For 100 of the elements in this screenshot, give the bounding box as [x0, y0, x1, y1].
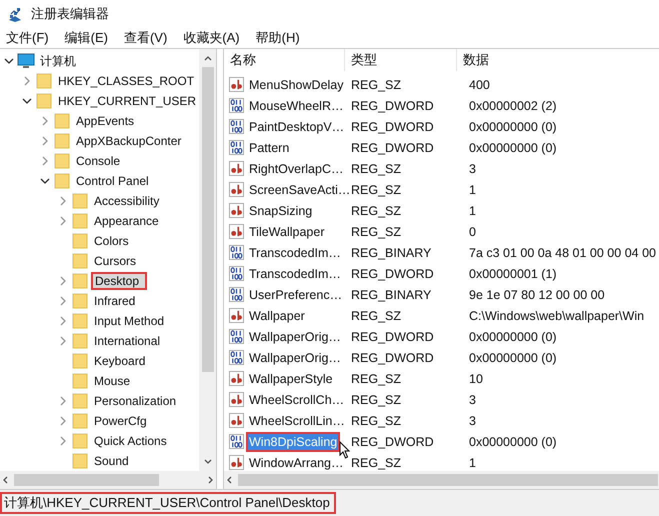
folder-icon [53, 113, 71, 129]
table-cell-text: C:\Windows\web\wallpaper\Win [468, 308, 646, 322]
table-cell-text: 3 [468, 392, 477, 406]
folder-icon [71, 453, 89, 469]
tree-item[interactable]: Console [73, 151, 124, 171]
table-cell-text: REG_DWORD [350, 434, 435, 448]
value-name[interactable]: Pattern [246, 138, 292, 158]
computer-icon [17, 53, 35, 69]
binary-value-icon [229, 119, 244, 134]
binary-value-icon [229, 245, 244, 260]
scrollbar-thumb[interactable] [238, 474, 658, 486]
binary-value-icon [229, 329, 244, 344]
value-name[interactable]: MenuShowDelay [246, 74, 346, 94]
value-name[interactable]: WheelScrollLin… [246, 410, 348, 430]
tree-item[interactable]: AppXBackupConter [73, 131, 184, 151]
value-name[interactable]: SnapSizing [246, 200, 316, 220]
binary-value-icon [229, 287, 244, 302]
tree-item[interactable]: HKEY_CLASSES_ROOT [55, 71, 198, 91]
table-cell-text: 3 [468, 414, 477, 428]
registry-icon [7, 6, 23, 22]
menu-item[interactable]: 收藏夹(A) [177, 29, 246, 47]
value-name[interactable]: MouseWheelR… [246, 96, 346, 116]
folder-icon [71, 333, 89, 349]
table-cell-text: REG_SZ [350, 224, 402, 238]
tree-item[interactable]: Keyboard [91, 351, 148, 371]
table-cell-text: 1 [468, 456, 477, 470]
value-name[interactable]: TranscodedIm… [246, 264, 344, 284]
folder-icon [71, 393, 89, 409]
folder-icon [71, 413, 89, 429]
tree-item[interactable]: HKEY_CURRENT_USER [55, 91, 199, 111]
tree-item[interactable]: Input Method [91, 311, 168, 331]
column-header[interactable]: 名称 [224, 49, 345, 71]
value-name[interactable]: RightOverlapC… [246, 158, 346, 178]
table-cell-text: REG_DWORD [350, 120, 435, 134]
scrollbar-thumb[interactable] [202, 67, 214, 372]
value-name[interactable]: Wallpaper [246, 306, 308, 326]
tree-item[interactable]: Desktop [91, 272, 148, 290]
tree-item[interactable]: 计算机 [37, 50, 79, 72]
table-cell-text: REG_SZ [350, 204, 402, 218]
tree-item[interactable]: PowerCfg [91, 411, 150, 431]
folder-icon [71, 313, 89, 329]
tree-item[interactable]: Sound [91, 451, 132, 471]
value-name[interactable]: UserPreferenc… [246, 284, 346, 304]
tree-item[interactable]: Cursors [91, 251, 140, 271]
value-name[interactable]: ScreenSaveActi… [246, 180, 354, 200]
table-cell-text: 0x00000000 (0) [468, 330, 558, 344]
table-cell-text: 400 [468, 78, 491, 92]
tree-item[interactable]: Appearance [91, 211, 162, 231]
tree-item[interactable]: Personalization [91, 391, 180, 411]
tree-item[interactable]: Colors [91, 231, 132, 251]
string-value-icon [229, 224, 244, 239]
value-name[interactable]: Win8DpiScaling [246, 432, 340, 452]
value-name[interactable]: WallpaperOrig… [246, 348, 344, 368]
tree-item[interactable]: Mouse [91, 371, 134, 391]
string-value-icon [229, 371, 244, 386]
tree-item[interactable]: Accessibility [91, 191, 162, 211]
table-cell-text: REG_DWORD [350, 266, 435, 280]
folder-icon [71, 273, 89, 289]
table-cell-text: REG_SZ [350, 78, 402, 92]
folder-icon [71, 253, 89, 269]
value-name[interactable]: WindowArrang… [246, 452, 346, 470]
table-cell-text: 0 [468, 224, 477, 238]
table-cell-text: REG_DWORD [350, 350, 435, 364]
string-value-icon [229, 203, 244, 218]
table-cell-text: 0x00000000 (0) [468, 140, 558, 154]
folder-icon [71, 213, 89, 229]
folder-icon [71, 233, 89, 249]
folder-icon [71, 373, 89, 389]
table-cell-text: 9e 1e 07 80 12 00 00 00 [468, 288, 606, 302]
table-cell-text: 7a c3 01 00 0a 48 01 00 00 04 00 [468, 246, 657, 260]
menu-item[interactable]: 编辑(E) [58, 29, 114, 47]
tree-item[interactable]: Infrared [91, 291, 138, 311]
window-title: 注册表编辑器 [31, 5, 109, 23]
table-cell-text: REG_DWORD [350, 98, 435, 112]
column-header[interactable]: 数据 [457, 49, 659, 71]
binary-value-icon [229, 266, 244, 281]
menu-item[interactable]: 查看(V) [118, 29, 174, 47]
binary-value-icon [229, 434, 244, 449]
column-header[interactable]: 类型 [345, 49, 457, 71]
table-cell-text: 1 [468, 204, 477, 218]
value-name[interactable]: TranscodedIm… [246, 242, 344, 262]
table-cell-text: 0x00000000 (0) [468, 350, 558, 364]
tree-item[interactable]: International [91, 331, 164, 351]
string-value-icon [229, 392, 244, 407]
folder-icon [71, 353, 89, 369]
folder-icon [71, 293, 89, 309]
value-name[interactable]: WheelScrollCh… [246, 390, 348, 410]
value-name[interactable]: TileWallpaper [246, 222, 328, 242]
menu-item[interactable]: 帮助(H) [250, 29, 306, 47]
tree-item[interactable]: Quick Actions [91, 431, 170, 451]
table-cell-text: 10 [468, 372, 484, 386]
menu-item[interactable]: 文件(F) [0, 29, 55, 47]
tree-item[interactable]: Control Panel [73, 171, 152, 191]
table-cell-text: REG_SZ [350, 392, 402, 406]
tree-item[interactable]: AppEvents [73, 111, 138, 131]
value-name[interactable]: WallpaperOrig… [246, 326, 344, 346]
value-name[interactable]: WallpaperStyle [246, 368, 336, 388]
folder-icon [53, 133, 71, 149]
scrollbar-thumb[interactable] [14, 474, 159, 486]
value-name[interactable]: PaintDesktopV… [246, 116, 348, 136]
